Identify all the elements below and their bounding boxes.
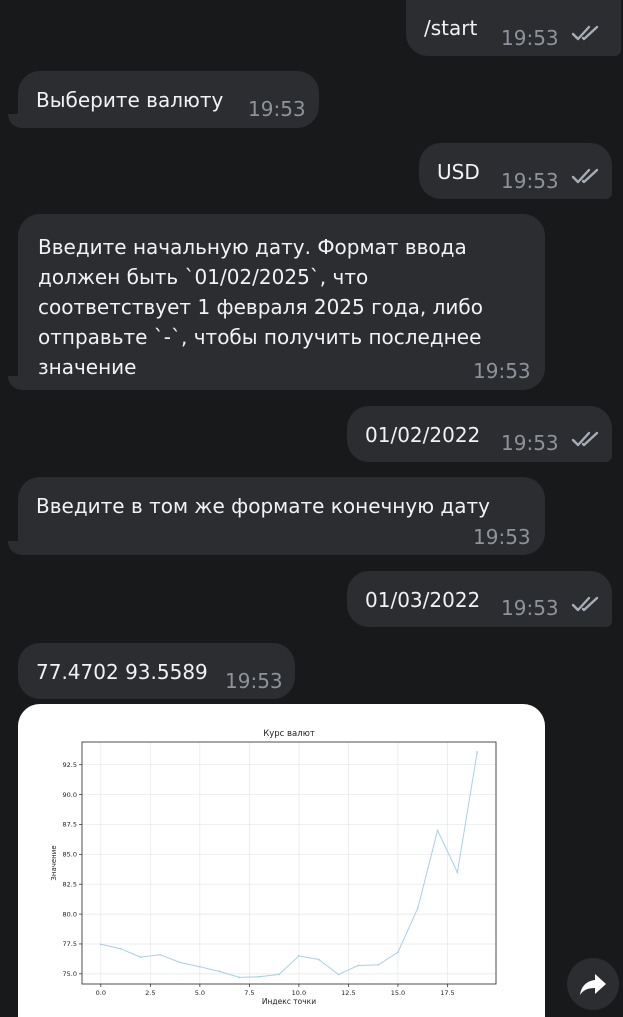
data-point [476, 751, 479, 753]
message-bubble-usd[interactable]: USD 19:53 [419, 143, 612, 199]
message-text: 01/03/2022 [365, 588, 481, 612]
y-axis-label: Значение [50, 845, 58, 880]
message-line: Введите начальную дату. Формат ввода [38, 235, 467, 259]
y-tick-label: 80.0 [63, 910, 77, 918]
data-point [258, 975, 261, 978]
chart-title: Курс валют [263, 729, 315, 739]
message-bubble-choose-currency[interactable]: Выберите валюту 19:53 [18, 71, 319, 128]
plot-frame [81, 741, 497, 985]
message-line: соответствует 1 февраля 2025 года, либо [38, 295, 483, 319]
chart-image-message[interactable]: 0.0 2.5 5.0 7.5 10.0 12.5 15.0 17.5 75.0 77.5 80.… [18, 704, 545, 1017]
forward-button[interactable] [567, 958, 619, 1010]
double-check-icon [571, 25, 599, 41]
x-tick-label: 17.5 [440, 989, 454, 997]
message-line: должен быть `01/02/2025`, что [38, 265, 369, 289]
message-line: отправьте `-`, чтобы получить последнее [38, 325, 482, 349]
message-time: 19:53 [501, 26, 559, 50]
forward-arrow-icon [580, 974, 606, 995]
message-time: 19:53 [225, 669, 283, 693]
data-point [238, 976, 241, 979]
message-text: Введите начальную дату. Формат ввода дол… [38, 232, 518, 382]
data-point [377, 963, 380, 966]
message-text: Выберите валюту [36, 88, 224, 112]
message-bubble-start[interactable]: /start 19:53 [406, 0, 621, 56]
x-tick-label: 12.5 [341, 989, 355, 997]
message-bubble-end-date[interactable]: 01/03/2022 19:53 [347, 571, 612, 627]
data-point [198, 965, 201, 968]
data-point [416, 907, 419, 910]
data-point [357, 964, 360, 967]
message-time: 19:53 [501, 596, 559, 620]
data-point [139, 956, 142, 959]
data-point [298, 955, 300, 957]
data-point [119, 947, 122, 950]
y-tick-label: 75.0 [63, 970, 77, 978]
data-point [159, 953, 162, 956]
message-text: 01/02/2022 [365, 423, 481, 447]
y-tick-label: 87.5 [63, 821, 77, 829]
double-check-icon [571, 431, 599, 447]
data-point [436, 829, 439, 832]
double-check-icon [571, 168, 599, 184]
data-point [218, 970, 221, 973]
data-point [179, 961, 181, 964]
message-time: 19:53 [501, 431, 559, 455]
x-tick-label: 15.0 [391, 989, 405, 997]
message-text: 77.4702 93.5589 [36, 660, 208, 684]
line-chart: 0.0 2.5 5.0 7.5 10.0 12.5 15.0 17.5 75.0 77.5 80.… [50, 729, 497, 1006]
x-tick-label: 5.0 [195, 989, 205, 997]
data-point [317, 958, 320, 961]
y-tick-label: 85.0 [63, 851, 77, 859]
y-tick-label: 90.0 [63, 791, 77, 799]
x-tick-label: 7.5 [244, 989, 254, 997]
x-tick-label: 10.0 [292, 989, 306, 997]
x-axis-label: Индекс точки [262, 997, 316, 1006]
data-point [337, 973, 340, 976]
message-bubble-start-date[interactable]: 01/02/2022 19:53 [347, 406, 612, 462]
message-bubble-rate-values[interactable]: 77.4702 93.5589 19:53 [18, 643, 295, 699]
y-tick-label: 82.5 [63, 880, 77, 888]
message-time: 19:53 [473, 359, 531, 383]
y-tick-label: 77.5 [63, 940, 77, 948]
message-time: 19:53 [501, 169, 559, 193]
message-text: /start [424, 16, 478, 40]
message-line: значение [38, 355, 137, 379]
message-bubble-end-date-instructions[interactable]: Введите в том же формате конечную дату 1… [18, 477, 545, 555]
message-text: Введите в том же формате конечную дату [36, 494, 490, 518]
data-point [456, 871, 459, 874]
data-point [99, 943, 102, 946]
message-bubble-start-date-instructions[interactable]: Введите начальную дату. Формат ввода дол… [18, 214, 545, 390]
y-tick-label: 92.5 [63, 761, 77, 769]
series-line [100, 751, 478, 978]
message-time: 19:53 [248, 97, 306, 121]
message-text: USD [437, 160, 480, 184]
x-tick-label: 0.0 [96, 989, 106, 997]
x-tick-label: 2.5 [145, 989, 155, 997]
double-check-icon [571, 596, 599, 612]
message-time: 19:53 [473, 525, 531, 549]
data-point [278, 973, 280, 976]
data-point [397, 951, 399, 954]
